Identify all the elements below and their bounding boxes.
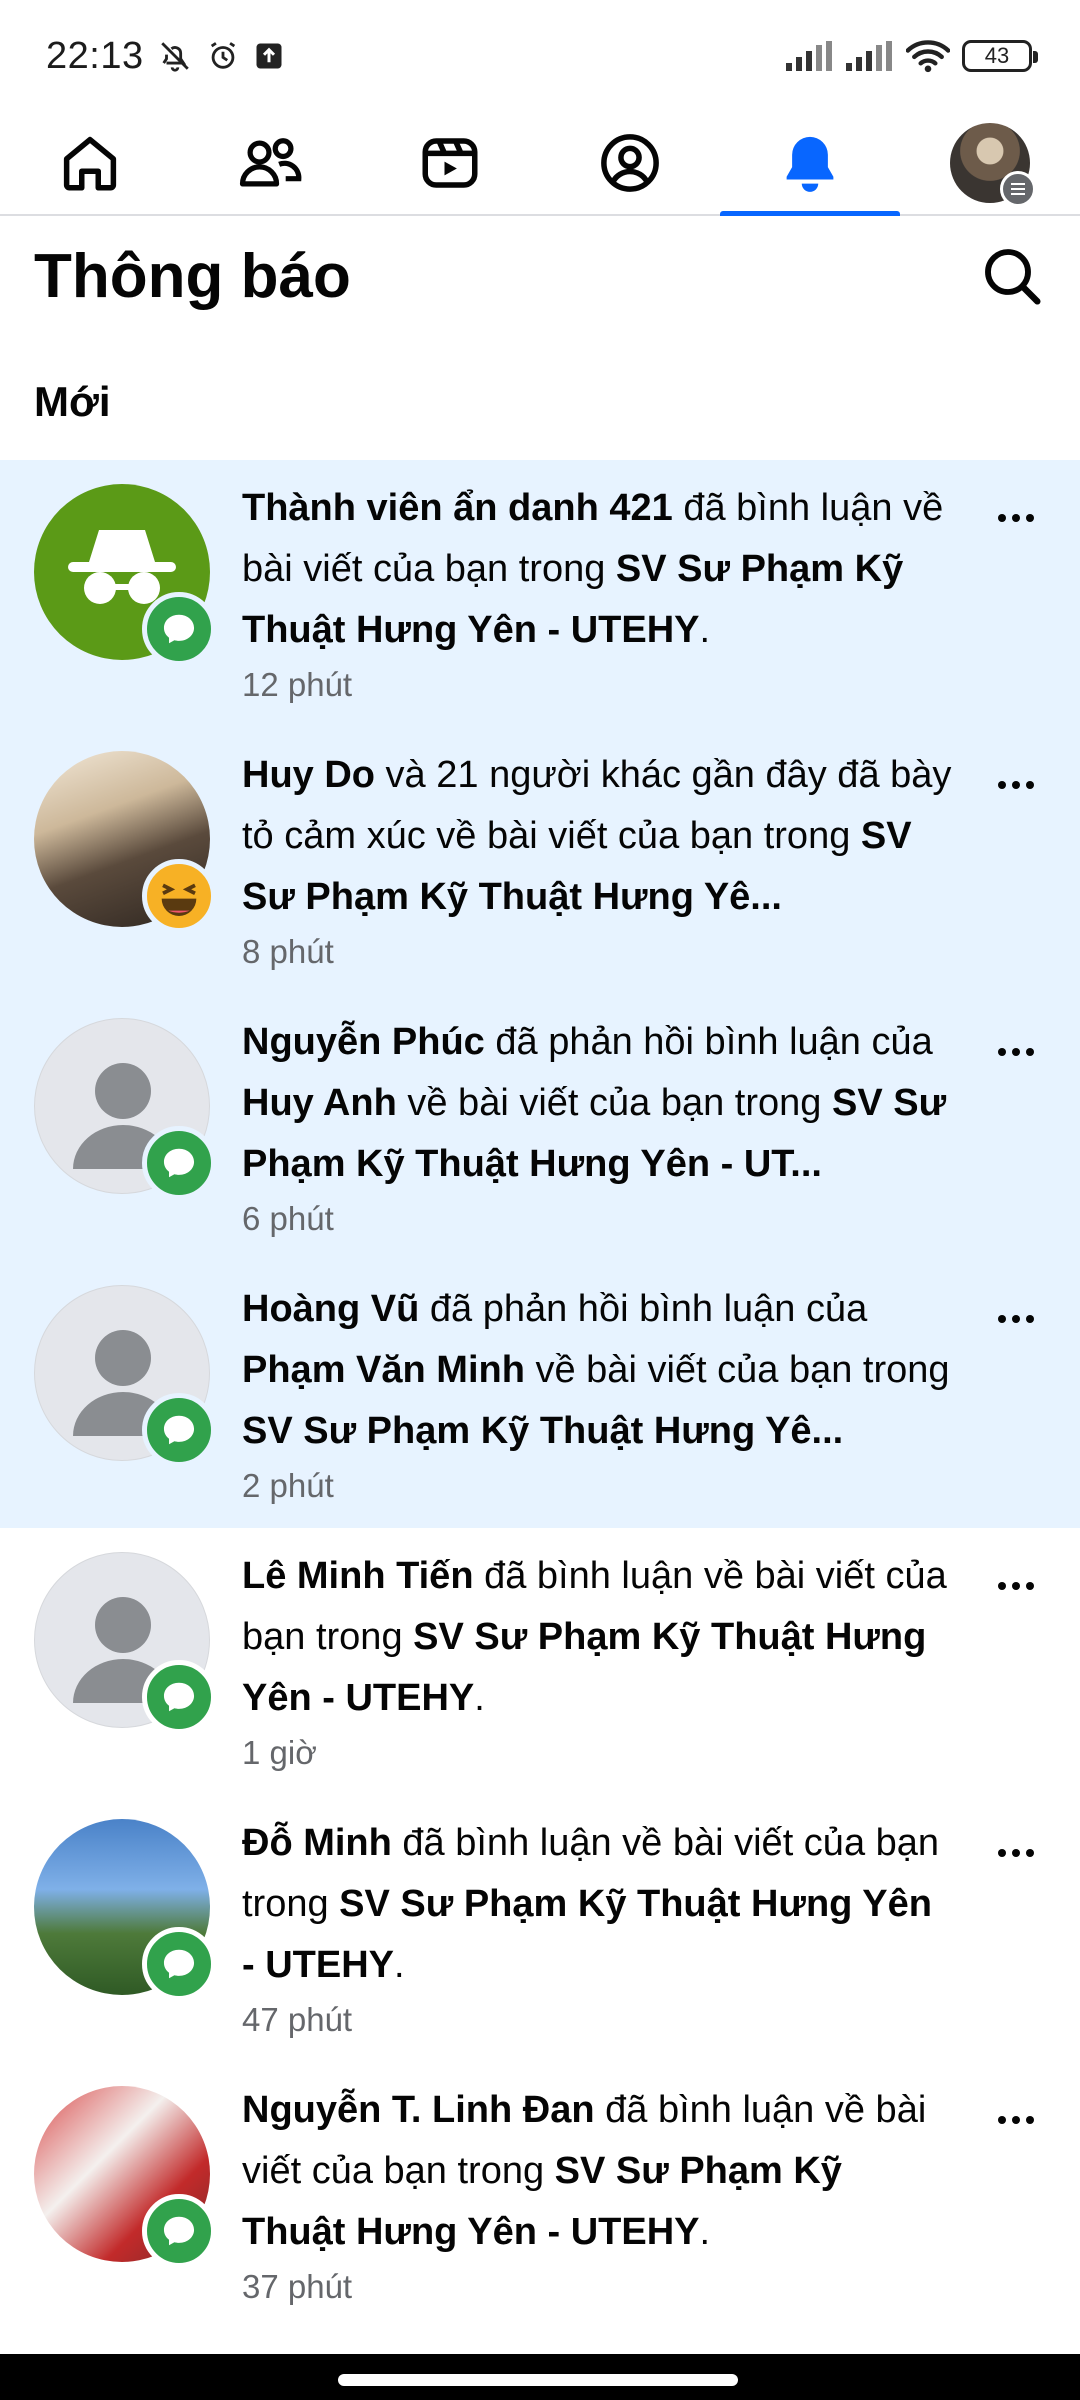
comment-badge: [142, 1393, 216, 1467]
bell-off-icon: [160, 42, 189, 72]
notification-time: 37 phút: [242, 2268, 353, 2305]
avatar: [950, 123, 1036, 207]
search-button[interactable]: [972, 236, 1052, 316]
tab-home[interactable]: [0, 112, 180, 214]
haha-emoji-icon: [149, 866, 209, 926]
more-options-button[interactable]: [986, 1566, 1046, 1606]
notification-text: Lê Minh Tiến đã bình luận về bài viết củ…: [242, 1555, 947, 1719]
notification-time: 12 phút: [242, 666, 353, 703]
notification-time: 8 phút: [242, 933, 334, 970]
top-navigation: [0, 112, 1080, 216]
comment-badge: [142, 2194, 216, 2268]
notification-item[interactable]: Đỗ Minh đã bình luận về bài viết của bạn…: [0, 1795, 1080, 2062]
notification-text: Huy Do và 21 người khác gần đây đã bày t…: [242, 754, 952, 918]
notification-item[interactable]: Hoàng Vũ đã phản hồi bình luận của Phạm …: [0, 1261, 1080, 1528]
notification-item[interactable]: Thành viên ẩn danh 421 đã bình luận về b…: [0, 460, 1080, 727]
video-icon: [422, 138, 478, 188]
notification-text: Hoàng Vũ đã phản hồi bình luận của Phạm …: [242, 1288, 950, 1452]
tab-friends[interactable]: [180, 112, 360, 214]
notification-item[interactable]: Lê Minh Tiến đã bình luận về bài viết củ…: [0, 1528, 1080, 1795]
home-icon: [63, 136, 117, 191]
notification-text: Nguyễn Phúc đã phản hồi bình luận của Hu…: [242, 1021, 947, 1185]
haha-reaction-badge: [142, 859, 216, 933]
bell-icon: [786, 136, 834, 192]
comment-badge: [142, 592, 216, 666]
notification-item[interactable]: Huy Do và 21 người khác gần đây đã bày t…: [0, 727, 1080, 994]
search-icon: [985, 249, 1041, 305]
page-title: Thông báo: [34, 241, 351, 311]
more-options-button[interactable]: [986, 498, 1046, 538]
wifi-icon: [906, 40, 950, 73]
tab-menu[interactable]: [900, 112, 1080, 214]
notification-time: 47 phút: [242, 2001, 353, 2038]
battery-indicator: 43: [962, 40, 1038, 72]
more-options-button[interactable]: [986, 1833, 1046, 1873]
comment-icon: [163, 1148, 195, 1178]
status-time: 22:13: [46, 34, 144, 77]
tab-profile[interactable]: [540, 112, 720, 214]
home-indicator[interactable]: [338, 2374, 738, 2386]
tab-notifications[interactable]: [720, 112, 900, 216]
comment-icon: [163, 1682, 195, 1712]
comment-badge: [142, 1927, 216, 2001]
notification-item[interactable]: Nguyễn T. Linh Đan đã bình luận về bài v…: [0, 2062, 1080, 2329]
comment-icon: [163, 614, 195, 644]
more-options-button[interactable]: [986, 765, 1046, 805]
notification-time: 2 phút: [242, 1467, 334, 1504]
comment-badge: [142, 1126, 216, 1200]
comment-icon: [163, 1415, 195, 1445]
comment-badge: [142, 1660, 216, 1734]
section-label-new: Mới: [34, 378, 111, 425]
notification-time: 6 phút: [242, 1200, 334, 1237]
notification-text: Đỗ Minh đã bình luận về bài viết của bạn…: [242, 1822, 940, 1986]
menu-icon: [1000, 171, 1036, 207]
status-bar: 22:13 43: [0, 0, 1080, 112]
upload-icon: [256, 43, 282, 69]
tab-video[interactable]: [360, 112, 540, 214]
notification-item[interactable]: Nguyễn Phúc đã phản hồi bình luận của Hu…: [0, 994, 1080, 1261]
friends-icon: [239, 138, 302, 187]
notification-time: 1 giờ: [242, 1734, 317, 1771]
more-options-button[interactable]: [986, 2100, 1046, 2140]
more-options-button[interactable]: [986, 1299, 1046, 1339]
page-header: Thông báo: [0, 218, 1080, 334]
profile-icon: [601, 134, 659, 192]
system-navigation-bar: [0, 2354, 1080, 2400]
comment-icon: [163, 2216, 195, 2246]
notification-list: Thành viên ẩn danh 421 đã bình luận về b…: [0, 460, 1080, 2329]
signal-icon-2: [846, 41, 892, 71]
alarm-icon: [210, 42, 235, 69]
notification-text: Thành viên ẩn danh 421 đã bình luận về b…: [242, 487, 944, 651]
comment-icon: [163, 1949, 195, 1979]
notification-text: Nguyễn T. Linh Đan đã bình luận về bài v…: [242, 2089, 927, 2253]
more-options-button[interactable]: [986, 1032, 1046, 1072]
signal-icon: [786, 41, 832, 71]
